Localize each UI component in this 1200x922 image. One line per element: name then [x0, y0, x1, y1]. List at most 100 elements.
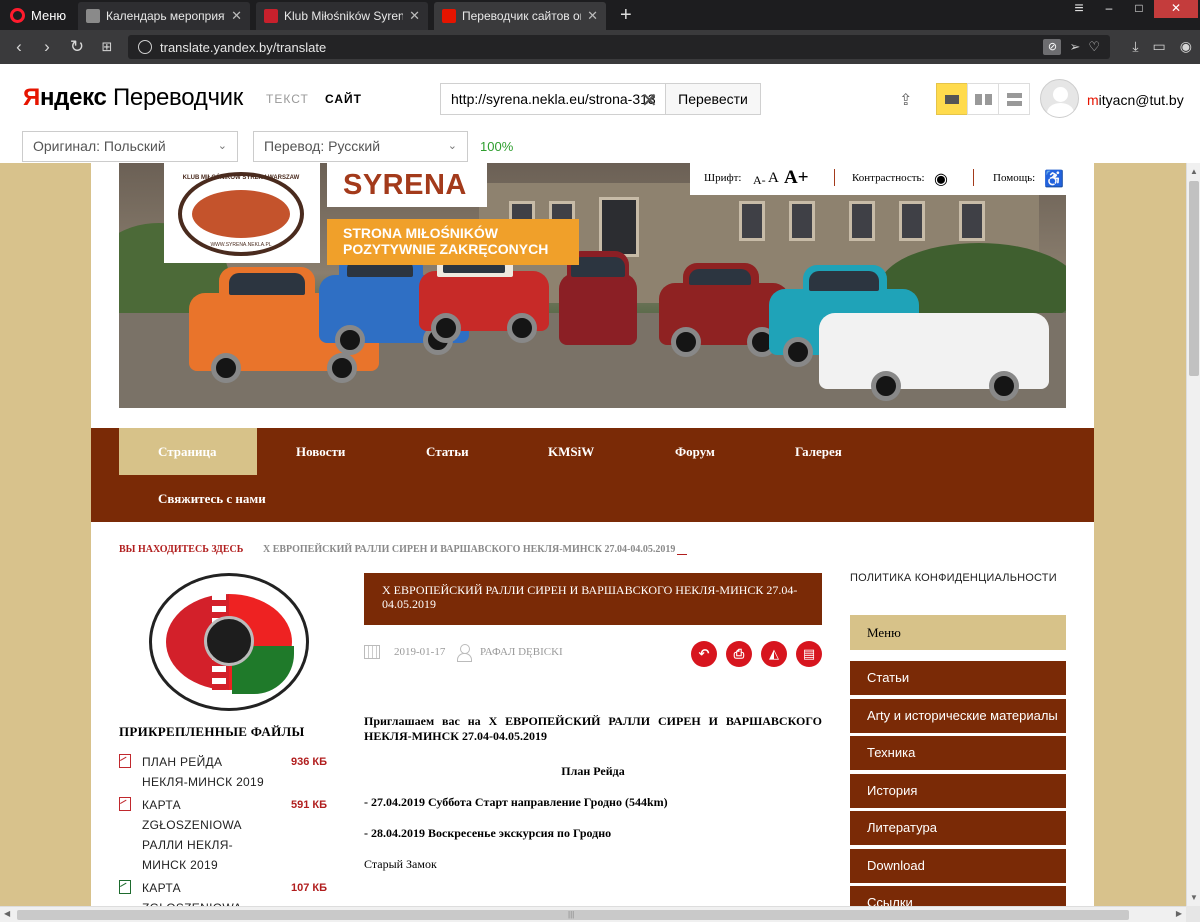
brand-title: SYRENA [327, 163, 487, 207]
site-nav: Страница Новости Статьи KMSiW Форум Гале… [91, 428, 1094, 522]
scroll-right-icon[interactable]: ▶ [1176, 909, 1182, 918]
translate-button[interactable]: Перевести [665, 83, 761, 115]
layout-stacked-button[interactable] [998, 83, 1030, 115]
nav-item-gallery[interactable]: Галерея [795, 428, 842, 475]
scroll-grip-icon: ||| [568, 910, 575, 919]
side-menu-heading: Меню [850, 615, 1066, 650]
attachment-name[interactable]: ПЛАН РЕЙДА НЕКЛЯ-МИНСК 2019 [142, 752, 272, 792]
logo-service-name: Переводчик [106, 84, 243, 111]
minimize-button[interactable]: – [1094, 0, 1124, 18]
new-tab-button[interactable]: + [620, 4, 632, 26]
back-button[interactable]: ‹ [8, 36, 30, 58]
profile-icon[interactable]: ◉ [1180, 38, 1192, 55]
side-menu-item-articles[interactable]: Статьи [850, 661, 1066, 695]
vertical-scroll-thumb[interactable] [1189, 181, 1199, 376]
contrast-eye-icon[interactable]: ◉ [934, 169, 948, 189]
horizontal-scrollbar[interactable]: ◀ ||| ▶ [0, 906, 1186, 922]
source-language-label: Оригинал: Польский [33, 138, 166, 154]
logo-bold-rest: ндекс [39, 84, 107, 111]
tab-close-icon[interactable]: ✕ [231, 8, 242, 24]
logo-url-text: WWW.SYRENA.NEKLA.PL [210, 242, 272, 248]
nav-item-kmsiw[interactable]: KMSiW [548, 428, 594, 475]
close-window-button[interactable]: ✕ [1154, 0, 1198, 18]
side-menu-item-technics[interactable]: Техника [850, 736, 1066, 770]
mode-site-tab[interactable]: САЙТ [325, 92, 362, 106]
source-language-select[interactable]: Оригинал: Польский ⌄ [22, 131, 238, 162]
bookmark-heart-icon[interactable]: ♡ [1088, 39, 1100, 55]
pdf-export-icon[interactable]: ◭ [761, 641, 787, 667]
download-icon[interactable]: ⤓ [1132, 38, 1138, 55]
article-intro: Приглашаем вас на X ЕВРОПЕЙСКИЙ РАЛЛИ СИ… [364, 714, 822, 743]
battery-icon[interactable]: ▭ [1153, 38, 1166, 55]
user-avatar[interactable] [1040, 79, 1079, 118]
attachment-name[interactable]: КАРТА ZGŁOSZENIOWA [142, 878, 272, 906]
rally-logo-bottom-text: EUROPEJSKI RAJD SYREN I WARSZAW [176, 694, 282, 700]
nav-item-forum[interactable]: Форум [675, 428, 715, 475]
tab-menu-icon[interactable]: ≡ [1064, 0, 1094, 18]
rally-logo-top-text: NEKLA-MIŃSK [186, 578, 272, 588]
attachment-name[interactable]: КАРТА ZGŁOSZENIOWA РАЛЛИ НЕКЛЯ- МИНСК 20… [142, 795, 272, 875]
maroon-car [559, 251, 637, 345]
nav-item-home[interactable]: Страница [119, 428, 257, 475]
contrast-label: Контрастность: [852, 172, 925, 184]
side-menu-item-arts-history[interactable]: Arty и исторические материалы [850, 699, 1066, 733]
reload-button[interactable]: ↻ [66, 36, 88, 58]
nav-item-news[interactable]: Новости [296, 428, 345, 475]
tab-close-icon[interactable]: ✕ [587, 8, 598, 24]
scroll-up-icon[interactable]: ▲ [1190, 167, 1198, 176]
rally-logo: NEKLA-MIŃSK EUROPEJSKI RAJD SYREN I WARS… [149, 573, 309, 711]
layout-split-button[interactable] [967, 83, 999, 115]
white-convertible-car [819, 313, 1049, 401]
nav-item-contact[interactable]: Свяжитесь с нами [158, 475, 266, 522]
yandex-translate-favicon-icon [442, 9, 456, 23]
side-menu-item-literature[interactable]: Литература [850, 811, 1066, 845]
pdf-file-icon [119, 797, 131, 811]
user-login[interactable]: mityacn@tut.by [1087, 92, 1184, 108]
font-normal-button[interactable]: A [768, 170, 779, 187]
vertical-scrollbar[interactable]: ▲ ▼ [1186, 163, 1200, 906]
back-arrow-icon[interactable]: ↶ [691, 641, 717, 667]
article-title: X ЕВРОПЕЙСКИЙ РАЛЛИ СИРЕН И ВАРШАВСКОГО … [364, 573, 822, 625]
nav-item-articles[interactable]: Статьи [426, 428, 469, 475]
side-menu-item-download[interactable]: Download [850, 849, 1066, 883]
maximize-button[interactable]: □ [1124, 0, 1154, 18]
wheelchair-icon[interactable]: ♿ [1044, 169, 1064, 189]
yandex-logo[interactable]: Яндекс Переводчик [23, 84, 243, 112]
mode-text-tab[interactable]: ТЕКСТ [266, 92, 309, 106]
scroll-down-icon[interactable]: ▼ [1190, 893, 1198, 902]
logo-ring-text: KLUB MIŁOŚNIKÓW SYREN I WARSZAW [182, 175, 300, 181]
layout-single-button[interactable] [936, 83, 968, 115]
send-icon[interactable]: ➢ [1069, 39, 1080, 55]
forward-button[interactable]: › [36, 36, 58, 58]
tab-yandex-translate[interactable]: Переводчик сайтов онлайн ✕ [434, 2, 606, 30]
side-menu-item-history[interactable]: История [850, 774, 1066, 808]
target-language-select[interactable]: Перевод: Русский ⌄ [253, 131, 468, 162]
opera-menu-label: Меню [31, 7, 67, 23]
globe-icon [138, 40, 152, 54]
calendar-icon [364, 645, 380, 659]
tab-calendar[interactable]: Календарь мероприятий ✕ [78, 2, 250, 30]
tab-klub-syren[interactable]: Klub Miłośników Syren i Warszaw ✕ [256, 2, 428, 30]
site-url-input[interactable]: http://syrena.nekla.eu/strona-313 [440, 83, 665, 115]
opera-menu-button[interactable]: Меню [0, 0, 76, 30]
address-bar: ‹ › ↻ ⊞ translate.yandex.by/translate ⊘ … [0, 30, 1200, 64]
speed-dial-icon[interactable]: ⊞ [96, 36, 118, 58]
breadcrumb-current: X ЕВРОПЕЙСКИЙ РАЛЛИ СИРЕН И ВАРШАВСКОГО … [263, 544, 687, 555]
logo-first-letter: Я [23, 84, 40, 111]
privacy-policy-link[interactable]: ПОЛИТИКА КОНФИДЕНЦИАЛЬНОСТИ [850, 572, 1057, 584]
attachment-size: 936 КБ [291, 756, 328, 768]
share-icon[interactable]: ⇪ [899, 90, 917, 109]
clear-url-icon[interactable]: ✕ [641, 88, 658, 113]
font-decrease-button[interactable]: A- [753, 173, 766, 188]
comment-icon[interactable]: ▤ [796, 641, 822, 667]
url-field[interactable]: translate.yandex.by/translate ⊘ ➢ ♡ [128, 35, 1110, 59]
print-icon[interactable]: ⎙ [726, 641, 752, 667]
tab-close-icon[interactable]: ✕ [409, 8, 420, 24]
side-menu-item-links[interactable]: Ссылки [850, 886, 1066, 906]
scroll-left-icon[interactable]: ◀ [4, 909, 10, 918]
tab-label: Klub Miłośników Syren i Warszaw [284, 9, 404, 23]
font-increase-button[interactable]: A+ [784, 167, 809, 189]
club-logo[interactable]: KLUB MIŁOŚNIKÓW SYREN I WARSZAW WWW.SYRE… [164, 163, 320, 263]
adblock-icon[interactable]: ⊘ [1043, 39, 1062, 55]
browser-tab-bar: Меню Календарь мероприятий ✕ Klub Miłośn… [0, 0, 1200, 30]
